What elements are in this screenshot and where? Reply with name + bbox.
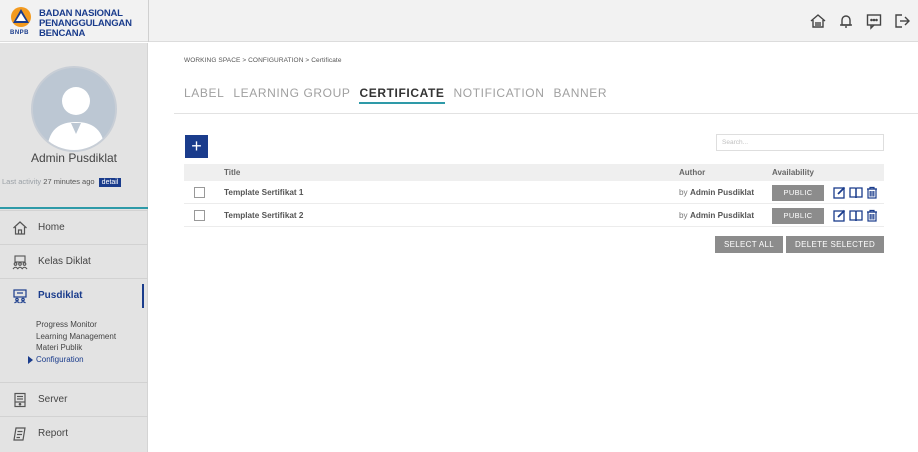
pusdiklat-icon — [12, 288, 28, 304]
tab-label[interactable]: LABEL — [184, 86, 224, 104]
author-prefix: by — [679, 188, 688, 197]
breadcrumb: WORKING SPACE > CONFIGURATION > Certific… — [184, 57, 342, 64]
sidebar-item-pusdiklat[interactable]: Pusdiklat — [0, 278, 148, 312]
server-icon — [12, 392, 28, 408]
last-activity: Last activity 27 minutes ago detail — [2, 177, 148, 187]
last-activity-value: 27 minutes ago — [43, 177, 95, 186]
profile-name: Admin Pusdiklat — [30, 151, 118, 165]
sidebar-item-label: Kelas Diklat — [38, 256, 91, 267]
last-activity-label: Last activity — [2, 177, 42, 186]
trash-icon[interactable] — [864, 207, 879, 223]
brand-name: BADAN NASIONAL PENANGGULANGAN BENCANA — [39, 9, 148, 39]
sidebar-item-label: Home — [38, 222, 65, 233]
delete-selected-button[interactable]: DELETE SELECTED — [786, 236, 885, 253]
chat-icon[interactable] — [864, 11, 884, 31]
edit-icon[interactable] — [832, 207, 847, 223]
brand[interactable]: BNPB BADAN NASIONAL PENANGGULANGAN BENCA… — [0, 0, 148, 42]
row-author: by Admin Pusdiklat — [679, 211, 754, 220]
avatar[interactable] — [31, 66, 117, 152]
top-icons — [808, 11, 912, 31]
logo-text: BNPB — [10, 30, 30, 36]
top-bar: BNPB BADAN NASIONAL PENANGGULANGAN BENCA… — [0, 0, 918, 42]
tab-notification[interactable]: NOTIFICATION — [454, 86, 545, 104]
tab-learning-group[interactable]: LEARNING GROUP — [233, 86, 350, 104]
preview-book-icon[interactable] — [848, 184, 863, 200]
user-silhouette-icon — [33, 68, 115, 150]
author-name: Admin Pusdiklat — [689, 211, 755, 220]
availability-button[interactable]: PUBLIC — [772, 185, 824, 201]
table-row: Template Sertifikat 1 by Admin Pusdiklat… — [184, 182, 884, 204]
sidebar: Admin Pusdiklat Last activity 27 minutes… — [0, 43, 148, 452]
availability-button[interactable]: PUBLIC — [772, 208, 824, 224]
author-prefix: by — [679, 211, 688, 220]
home-icon[interactable] — [808, 11, 828, 31]
row-checkbox[interactable] — [194, 210, 205, 221]
preview-book-icon[interactable] — [848, 207, 863, 223]
row-author: by Admin Pusdiklat — [679, 188, 754, 197]
sidebar-item-report[interactable]: Report — [0, 416, 148, 450]
row-checkbox[interactable] — [194, 187, 205, 198]
submenu-item-configuration[interactable]: Configuration — [27, 354, 116, 366]
bulk-actions: SELECT ALL DELETE SELECTED — [715, 236, 885, 253]
add-certificate-button[interactable]: + — [185, 135, 208, 158]
search-input[interactable] — [716, 134, 884, 151]
tab-certificate[interactable]: CERTIFICATE — [359, 86, 445, 104]
column-header-title: Title — [224, 168, 241, 177]
config-tabs: LABEL LEARNING GROUP CERTIFICATE NOTIFIC… — [184, 86, 607, 104]
classroom-icon — [12, 254, 28, 270]
tabs-divider — [174, 113, 918, 114]
submenu-item-progress-monitor[interactable]: Progress Monitor — [36, 319, 116, 331]
logout-icon[interactable] — [892, 11, 912, 31]
row-actions — [832, 184, 879, 200]
sidebar-item-home[interactable]: Home — [0, 210, 148, 244]
sidebar-item-server[interactable]: Server — [0, 382, 148, 416]
sidebar-item-label: Pusdiklat — [38, 290, 83, 301]
detail-button[interactable]: detail — [98, 178, 122, 187]
report-icon — [12, 426, 28, 442]
submenu-item-learning-management[interactable]: Learning Management — [36, 331, 116, 343]
author-name: Admin Pusdiklat — [689, 188, 755, 197]
row-title: Template Sertifikat 2 — [224, 211, 304, 220]
tab-banner[interactable]: BANNER — [553, 86, 607, 104]
table-header: Title Author Availability — [184, 164, 884, 181]
row-title: Template Sertifikat 1 — [224, 188, 304, 197]
sidebar-item-label: Report — [38, 428, 69, 439]
sidebar-item-label: Server — [38, 394, 68, 405]
column-header-author: Author — [679, 168, 706, 177]
submenu-item-materi-publik[interactable]: Materi Publik — [36, 342, 116, 354]
home-icon — [12, 220, 28, 236]
brand-line-2: PENANGGULANGAN BENCANA — [39, 18, 132, 39]
trash-icon[interactable] — [864, 184, 879, 200]
edit-icon[interactable] — [832, 184, 847, 200]
row-actions — [832, 207, 879, 223]
table-row: Template Sertifikat 2 by Admin Pusdiklat… — [184, 205, 884, 227]
pusdiklat-submenu: Progress Monitor Learning Management Mat… — [27, 319, 116, 366]
select-all-button[interactable]: SELECT ALL — [715, 236, 783, 253]
sidebar-item-kelas-diklat[interactable]: Kelas Diklat — [0, 244, 148, 278]
sidebar-accent-line — [0, 207, 148, 209]
topbar-divider — [148, 0, 149, 42]
app: BNPB BADAN NASIONAL PENANGGULANGAN BENCA… — [0, 0, 918, 452]
bell-icon[interactable] — [836, 11, 856, 31]
column-header-availability: Availability — [772, 168, 814, 177]
